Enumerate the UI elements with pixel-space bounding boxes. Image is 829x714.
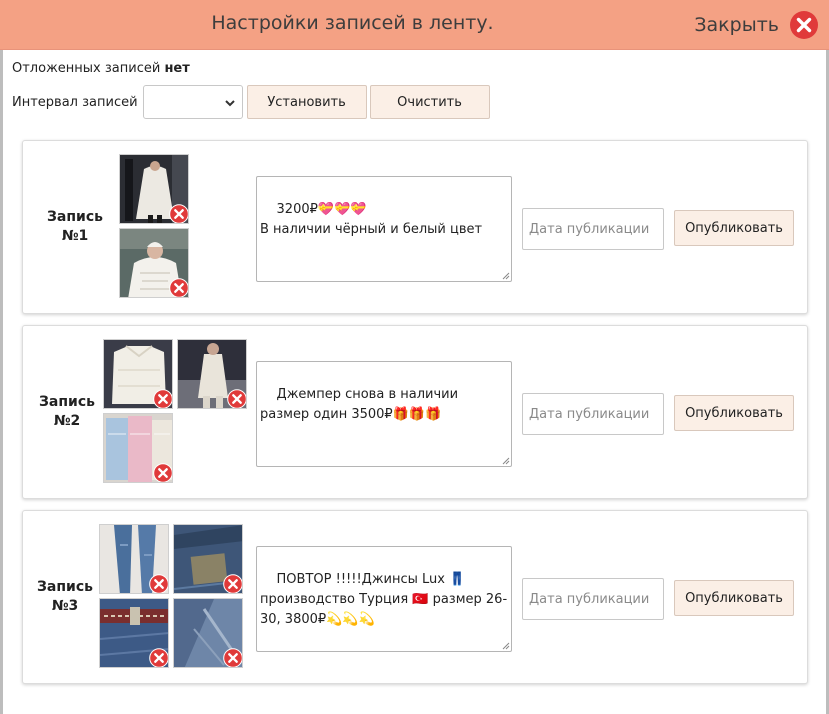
post-card: Запись №2 Джемпер снова в наличии размер… bbox=[22, 325, 808, 499]
post-image bbox=[177, 339, 247, 409]
clear-button[interactable]: Очистить bbox=[369, 85, 490, 119]
resize-handle-icon[interactable] bbox=[502, 457, 510, 465]
pending-posts-label: Отложенных записей bbox=[12, 61, 161, 76]
interval-row: Интервал записей Установить Очистить bbox=[12, 84, 490, 120]
chevron-down-icon bbox=[224, 100, 235, 107]
delete-image-icon[interactable] bbox=[227, 389, 247, 409]
delete-image-icon[interactable] bbox=[153, 389, 173, 409]
publish-date-placeholder: Дата публикации bbox=[529, 221, 650, 237]
delete-image-icon[interactable] bbox=[153, 463, 173, 483]
dialog-header: Настройки записей в ленту. Закрыть bbox=[0, 0, 829, 50]
post-label: Запись №2 bbox=[38, 394, 96, 429]
post-text-input[interactable]: ПОВТОР !!!!!Джинсы Lux 👖 производство Ту… bbox=[256, 546, 512, 652]
delete-image-icon[interactable] bbox=[223, 574, 243, 594]
pending-posts-info: Отложенных записей нет bbox=[12, 61, 190, 76]
delete-image-icon[interactable] bbox=[169, 278, 189, 298]
post-card: Запись №1 3200₽💝💝� bbox=[22, 140, 808, 314]
publish-button[interactable]: Опубликовать bbox=[674, 210, 794, 246]
post-label: Запись №1 bbox=[46, 209, 104, 244]
delete-image-icon[interactable] bbox=[223, 648, 243, 668]
interval-select[interactable] bbox=[142, 85, 243, 119]
post-card: Запись №3 ПОВТОР !!!!!Джинсы Lux 👖 произ… bbox=[22, 510, 808, 684]
publish-date-placeholder: Дата публикации bbox=[529, 406, 650, 422]
publish-date-input[interactable]: Дата публикации bbox=[522, 393, 664, 435]
delete-image-icon[interactable] bbox=[149, 574, 169, 594]
post-image bbox=[103, 413, 173, 483]
publish-date-placeholder: Дата публикации bbox=[529, 591, 650, 607]
close-circle-icon bbox=[790, 11, 818, 39]
publish-button[interactable]: Опубликовать bbox=[674, 580, 794, 616]
post-text-value: 3200₽💝💝💝 В наличии чёрный и белый цвет bbox=[260, 202, 483, 237]
publish-button[interactable]: Опубликовать bbox=[674, 395, 794, 431]
post-image bbox=[173, 598, 243, 668]
post-label: Запись №3 bbox=[36, 579, 94, 614]
delete-image-icon[interactable] bbox=[169, 204, 189, 224]
publish-date-input[interactable]: Дата публикации bbox=[522, 208, 664, 250]
close-label: Закрыть bbox=[694, 14, 779, 36]
post-text-input[interactable]: Джемпер снова в наличии размер один 3500… bbox=[256, 361, 512, 467]
close-button[interactable]: Закрыть bbox=[694, 9, 819, 41]
resize-handle-icon[interactable] bbox=[502, 272, 510, 280]
publish-date-input[interactable]: Дата публикации bbox=[522, 578, 664, 620]
post-text-value: ПОВТОР !!!!!Джинсы Lux 👖 производство Ту… bbox=[260, 572, 508, 627]
post-image bbox=[99, 598, 169, 668]
post-image bbox=[173, 524, 243, 594]
post-text-input[interactable]: 3200₽💝💝💝 В наличии чёрный и белый цвет bbox=[256, 176, 512, 282]
interval-label: Интервал записей bbox=[12, 94, 138, 110]
set-interval-button[interactable]: Установить bbox=[246, 85, 367, 119]
resize-handle-icon[interactable] bbox=[502, 642, 510, 650]
delete-image-icon[interactable] bbox=[149, 648, 169, 668]
post-image bbox=[119, 228, 189, 298]
dialog-title: Настройки записей в ленту. bbox=[211, 12, 494, 34]
post-image bbox=[99, 524, 169, 594]
post-text-value: Джемпер снова в наличии размер один 3500… bbox=[260, 387, 463, 422]
post-image bbox=[119, 154, 189, 224]
post-image bbox=[103, 339, 173, 409]
pending-posts-value: нет bbox=[164, 61, 190, 76]
